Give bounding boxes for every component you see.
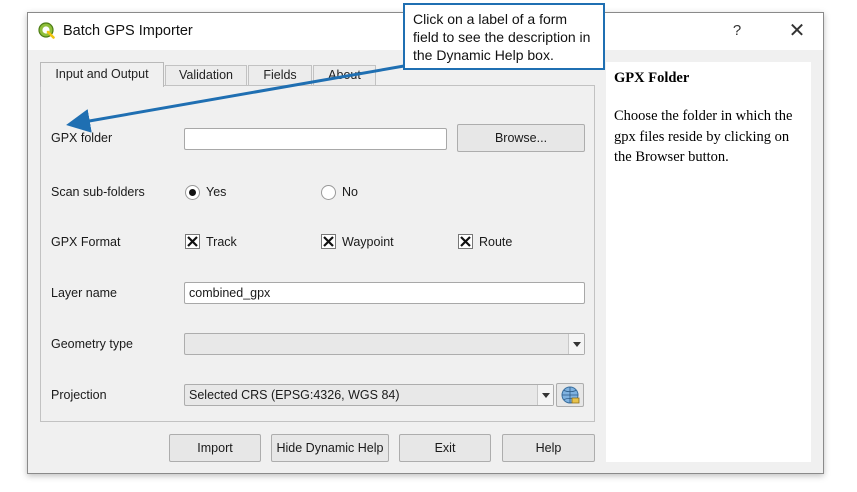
waypoint-label[interactable]: Waypoint [342, 235, 394, 249]
waypoint-checkbox[interactable] [321, 234, 336, 249]
browse-button[interactable]: Browse... [457, 124, 585, 152]
check-x-icon [460, 236, 471, 247]
track-label[interactable]: Track [206, 235, 237, 249]
gpx-format-label[interactable]: GPX Format [51, 235, 120, 249]
scan-yes-radio[interactable] [185, 185, 200, 200]
chevron-down-icon [537, 385, 553, 405]
import-button[interactable]: Import [169, 434, 261, 462]
tab-input-and-output[interactable]: Input and Output [40, 62, 164, 87]
projection-value: Selected CRS (EPSG:4326, WGS 84) [189, 388, 400, 402]
layer-name-label[interactable]: Layer name [51, 286, 117, 300]
projection-select[interactable]: Selected CRS (EPSG:4326, WGS 84) [184, 384, 554, 406]
projection-label[interactable]: Projection [51, 388, 107, 402]
scan-no-label[interactable]: No [342, 185, 358, 199]
gpx-folder-label[interactable]: GPX folder [51, 131, 112, 145]
gpx-folder-input[interactable] [184, 128, 447, 150]
hide-dynamic-help-button[interactable]: Hide Dynamic Help [271, 434, 389, 462]
geometry-type-label[interactable]: Geometry type [51, 337, 133, 351]
check-x-icon [323, 236, 334, 247]
scan-yes-label[interactable]: Yes [206, 185, 226, 199]
chevron-down-icon [568, 334, 584, 354]
layer-name-input[interactable] [184, 282, 585, 304]
crs-selector-button[interactable] [556, 383, 584, 407]
tab-validation[interactable]: Validation [165, 65, 247, 86]
route-label[interactable]: Route [479, 235, 512, 249]
help-button[interactable]: Help [502, 434, 595, 462]
batch-gps-importer-window: Batch GPS Importer ? ✕ Input and Output … [27, 12, 824, 474]
geometry-type-select[interactable] [184, 333, 585, 355]
scan-subfolders-label[interactable]: Scan sub-folders [51, 185, 145, 199]
qgis-logo-icon [38, 22, 55, 39]
route-checkbox[interactable] [458, 234, 473, 249]
tab-fields[interactable]: Fields [248, 65, 312, 86]
dynamic-help-panel: GPX Folder Choose the folder in which th… [606, 62, 811, 462]
input-output-panel: GPX folder Browse... Scan sub-folders Ye… [40, 85, 595, 422]
help-body: Choose the folder in which the gpx files… [614, 108, 793, 165]
close-button[interactable]: ✕ [785, 19, 809, 43]
scan-no-radio[interactable] [321, 185, 336, 200]
help-title: GPX Folder [614, 70, 690, 86]
globe-icon [561, 386, 580, 404]
check-x-icon [187, 236, 198, 247]
window-title: Batch GPS Importer [63, 23, 193, 39]
track-checkbox[interactable] [185, 234, 200, 249]
tab-about[interactable]: About [313, 65, 376, 86]
context-help-button[interactable]: ? [725, 19, 749, 43]
exit-button[interactable]: Exit [399, 434, 491, 462]
annotation-callout: Click on a label of a form field to see … [403, 3, 605, 70]
